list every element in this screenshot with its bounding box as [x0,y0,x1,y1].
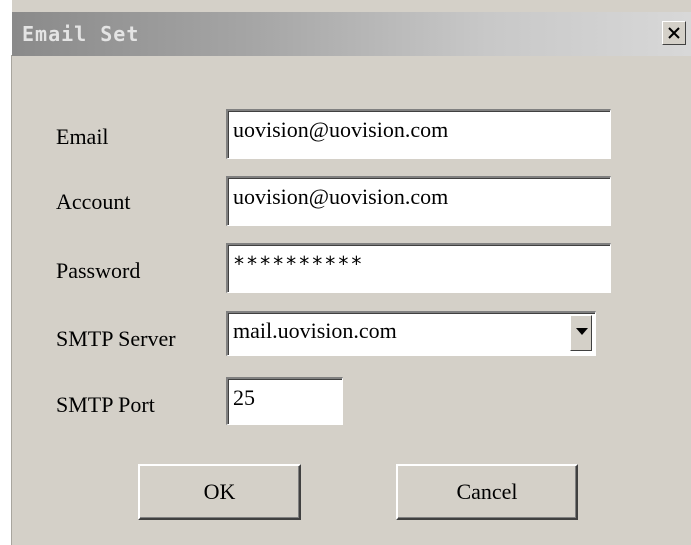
chevron-down-icon [576,328,588,335]
email-value: uovision@uovision.com [233,117,449,142]
account-label: Account [56,189,131,214]
password-field[interactable]: ********** [226,243,611,293]
email-label: Email [56,124,109,149]
ok-button[interactable]: OK [138,464,301,520]
account-value: uovision@uovision.com [233,184,449,209]
smtp-server-value: mail.uovision.com [233,318,397,343]
smtp-server-dropdown[interactable]: mail.uovision.com [226,311,596,356]
cancel-button[interactable]: Cancel [396,464,578,520]
close-button[interactable] [662,21,686,45]
smtp-port-field[interactable]: 25 [226,377,343,425]
password-value: ********** [233,252,364,276]
email-set-dialog: Email Set Email uovision@uovision.com Ac… [12,0,691,545]
account-field[interactable]: uovision@uovision.com [226,176,611,226]
title-bar[interactable]: Email Set [12,12,691,56]
smtp-port-label: SMTP Port [56,392,155,417]
smtp-port-value: 25 [233,385,255,410]
smtp-server-label: SMTP Server [56,326,176,351]
window-title: Email Set [22,22,140,46]
email-field[interactable]: uovision@uovision.com [226,109,611,159]
close-icon [668,27,680,39]
smtp-server-dropdown-button[interactable] [570,315,592,351]
password-label: Password [56,258,141,283]
